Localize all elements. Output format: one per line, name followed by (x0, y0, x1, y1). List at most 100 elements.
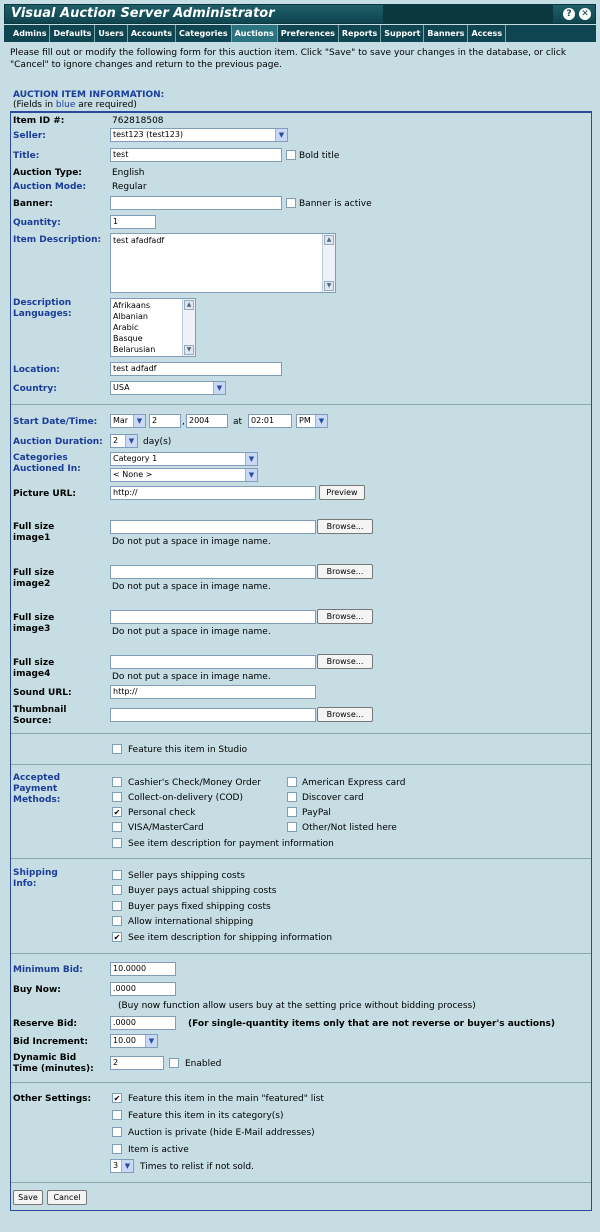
image1-input[interactable] (110, 520, 316, 534)
browse-button[interactable]: Browse... (317, 519, 373, 534)
start-day-input[interactable]: 2 (149, 414, 181, 428)
title-input[interactable]: test (110, 148, 282, 162)
divider (11, 404, 591, 405)
tab-defaults[interactable]: Defaults (50, 25, 96, 42)
image-hint: Do not put a space in image name. (112, 672, 271, 682)
tab-admins[interactable]: Admins (10, 25, 51, 42)
app-title: Visual Auction Server Administrator (11, 6, 275, 21)
payment-checkbox[interactable] (112, 822, 122, 832)
reserve-bid-input[interactable]: .0000 (110, 1016, 176, 1030)
payment-checkbox[interactable] (287, 822, 297, 832)
tab-support[interactable]: Support (381, 25, 425, 42)
shipping-checkbox[interactable] (112, 885, 122, 895)
tab-categories[interactable]: Categories (176, 25, 232, 42)
chevron-down-icon: ▼ (121, 1160, 133, 1172)
preview-button[interactable]: Preview (319, 485, 365, 500)
buy-now-note: (Buy now function allow users buy at the… (118, 1001, 476, 1011)
picture-url-input[interactable]: http:// (110, 486, 316, 500)
tab-accounts[interactable]: Accounts (128, 25, 176, 42)
dynamic-enabled-checkbox[interactable] (169, 1058, 179, 1068)
payment-checkbox[interactable] (287, 792, 297, 802)
min-bid-input[interactable]: 10.0000 (110, 962, 176, 976)
help-icon[interactable]: ? (563, 8, 575, 20)
image2-input[interactable] (110, 565, 316, 579)
item-id-value: 762818508 (112, 116, 164, 126)
payment-checkbox[interactable]: ✔ (112, 807, 122, 817)
duration-select[interactable]: 2 ▼ (110, 434, 138, 448)
banner-active-checkbox[interactable] (286, 198, 296, 208)
payment-checkbox[interactable] (287, 777, 297, 787)
tab-preferences[interactable]: Preferences (278, 25, 339, 42)
seller-select[interactable]: test123 (test123) ▼ (110, 128, 288, 142)
intro-text: Please fill out or modify the following … (10, 48, 567, 70)
start-time-input[interactable]: 02:01 (248, 414, 292, 428)
tab-auctions[interactable]: Auctions (231, 25, 278, 42)
list-item[interactable]: Belarusian (113, 344, 193, 355)
tab-users[interactable]: Users (95, 25, 128, 42)
list-item[interactable]: Albanian (113, 311, 193, 322)
tab-banners[interactable]: Banners (424, 25, 469, 42)
languages-listbox[interactable]: Afrikaans Albanian Arabic Basque Belarus… (110, 298, 196, 357)
location-input[interactable]: test adfadf (110, 362, 282, 376)
list-item[interactable]: Basque (113, 333, 193, 344)
min-bid-label: Minimum Bid: (13, 965, 83, 975)
cancel-button[interactable]: Cancel (47, 1190, 87, 1205)
start-month-select[interactable]: Mar ▼ (110, 414, 146, 428)
other-checkbox[interactable] (112, 1127, 122, 1137)
tab-access[interactable]: Access (468, 25, 507, 42)
category2-select[interactable]: < None > ▼ (110, 468, 258, 482)
thumbnail-input[interactable] (110, 708, 316, 722)
description-textarea[interactable]: test afadfadf ▲ ▼ (110, 233, 336, 293)
payment-see-checkbox[interactable] (112, 838, 122, 848)
payment-checkbox[interactable] (112, 792, 122, 802)
sound-url-input[interactable]: http:// (110, 685, 316, 699)
dynamic-bid-label: Dynamic Bid Time (minutes): (13, 1053, 94, 1074)
shipping-checkbox[interactable] (112, 870, 122, 880)
auction-mode-value: Regular (112, 182, 147, 192)
ampm-select[interactable]: PM ▼ (296, 414, 328, 428)
shipping-checkbox[interactable] (112, 901, 122, 911)
relist-select[interactable]: 3 ▼ (110, 1159, 134, 1173)
dynamic-enabled-label: Enabled (185, 1059, 222, 1069)
start-year-input[interactable]: 2004 (186, 414, 228, 428)
dynamic-bid-input[interactable]: 2 (110, 1056, 164, 1070)
list-item[interactable]: Arabic (113, 322, 193, 333)
category1-select[interactable]: Category 1 ▼ (110, 452, 258, 466)
languages-scrollbar[interactable]: ▲ ▼ (182, 299, 195, 356)
image4-input[interactable] (110, 655, 316, 669)
chevron-down-icon: ▼ (315, 415, 327, 427)
bid-increment-select[interactable]: 10.00 ▼ (110, 1034, 158, 1048)
browse-button[interactable]: Browse... (317, 707, 373, 722)
description-scrollbar[interactable]: ▲ ▼ (322, 234, 335, 292)
bold-title-checkbox[interactable] (286, 150, 296, 160)
close-icon[interactable]: ✕ (579, 8, 591, 20)
feature-studio-checkbox[interactable] (112, 744, 122, 754)
banner-input[interactable] (110, 196, 282, 210)
country-select[interactable]: USA ▼ (110, 381, 226, 395)
reserve-note: (For single-quantity items only that are… (188, 1019, 555, 1029)
buy-now-input[interactable]: .0000 (110, 982, 176, 996)
reserve-bid-label: Reserve Bid: (13, 1019, 78, 1029)
other-checkbox[interactable]: ✔ (112, 1093, 122, 1103)
payment-checkbox[interactable] (287, 807, 297, 817)
image3-input[interactable] (110, 610, 316, 624)
quantity-input[interactable]: 1 (110, 215, 156, 229)
payment-checkbox[interactable] (112, 777, 122, 787)
payment-option: Cashier's Check/Money Order (128, 778, 261, 788)
save-button[interactable]: Save (13, 1190, 43, 1205)
payment-option: Other/Not listed here (302, 823, 397, 833)
chevron-down-icon: ▼ (245, 453, 257, 465)
shipping-option: Allow international shipping (128, 917, 254, 927)
shipping-checkbox[interactable] (112, 916, 122, 926)
browse-button[interactable]: Browse... (317, 609, 373, 624)
other-checkbox[interactable] (112, 1144, 122, 1154)
section-title: AUCTION ITEM INFORMATION: (13, 90, 165, 100)
tab-reports[interactable]: Reports (339, 25, 382, 42)
other-checkbox[interactable] (112, 1110, 122, 1120)
shipping-checkbox[interactable]: ✔ (112, 932, 122, 942)
divider (11, 764, 591, 765)
list-item[interactable]: Afrikaans (113, 300, 193, 311)
picture-url-label: Picture URL: (13, 489, 76, 499)
browse-button[interactable]: Browse... (317, 654, 373, 669)
browse-button[interactable]: Browse... (317, 564, 373, 579)
